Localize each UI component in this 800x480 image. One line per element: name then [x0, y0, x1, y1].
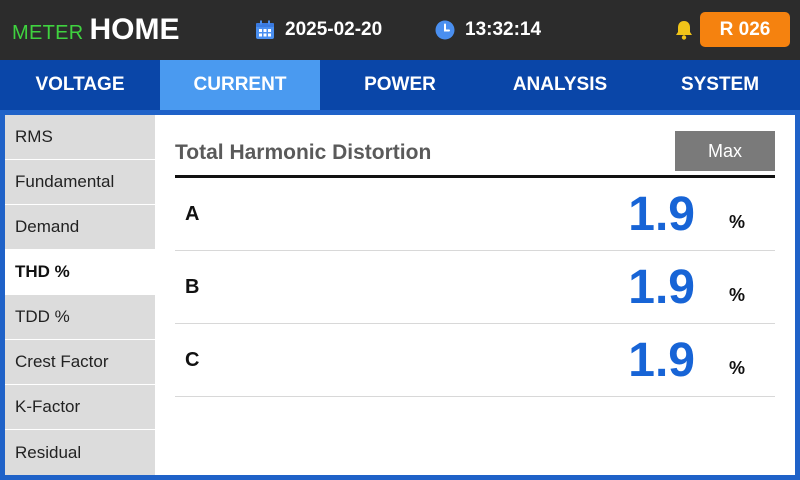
sidebar-item-thd[interactable]: THD % — [5, 250, 155, 295]
time-display: 13:32:14 — [435, 16, 541, 44]
sidebar-item-residual[interactable]: Residual — [5, 430, 155, 475]
phase-value: 1.9 — [628, 188, 695, 241]
time-text: 13:32:14 — [465, 19, 542, 40]
phase-value: 1.9 — [628, 334, 695, 387]
phase-value: 1.9 — [628, 261, 695, 314]
brand: METER HOME — [12, 10, 180, 50]
date-display: 2025-02-20 — [255, 16, 382, 44]
panel-title: Total Harmonic Distortion — [175, 141, 432, 164]
phase-row-c: C 1.9 % — [175, 324, 775, 397]
phase-label: B — [185, 276, 200, 298]
thd-panel: Total Harmonic Distortion Max A 1.9 % B … — [155, 115, 795, 475]
calendar-icon — [256, 20, 274, 39]
sidebar-menu: RMS Fundamental Demand THD % TDD % Crest… — [5, 115, 155, 475]
header-bar: METER HOME 2025-02-20 13:32:14 R 026 — [0, 0, 800, 60]
sidebar-item-demand[interactable]: Demand — [5, 205, 155, 250]
phase-label: A — [185, 203, 200, 225]
phase-label: C — [185, 349, 200, 371]
tab-analysis[interactable]: ANALYSIS — [480, 60, 640, 110]
sidebar-item-crest-factor[interactable]: Crest Factor — [5, 340, 155, 385]
bell-icon[interactable] — [674, 19, 694, 41]
main-tab-bar: VOLTAGE CURRENT POWER ANALYSIS SYSTEM — [0, 60, 800, 110]
page-title: HOME — [89, 13, 180, 46]
max-button[interactable]: Max — [675, 131, 775, 171]
phase-row-a: A 1.9 % — [175, 178, 775, 251]
tab-current[interactable]: CURRENT — [160, 60, 320, 110]
sidebar-item-k-factor[interactable]: K-Factor — [5, 385, 155, 430]
tab-power[interactable]: POWER — [320, 60, 480, 110]
relay-badge-button[interactable]: R 026 — [700, 12, 790, 47]
brand-prefix: METER — [12, 22, 84, 44]
sidebar-item-rms[interactable]: RMS — [5, 115, 155, 160]
sidebar-item-tdd[interactable]: TDD % — [5, 295, 155, 340]
phase-unit: % — [729, 358, 746, 378]
phase-unit: % — [729, 285, 746, 305]
tab-system[interactable]: SYSTEM — [640, 60, 800, 110]
phase-row-b: B 1.9 % — [175, 251, 775, 324]
sidebar-item-fundamental[interactable]: Fundamental — [5, 160, 155, 205]
phase-unit: % — [729, 212, 746, 232]
date-text: 2025-02-20 — [285, 19, 383, 40]
tab-voltage[interactable]: VOLTAGE — [0, 60, 160, 110]
clock-icon — [435, 20, 455, 40]
